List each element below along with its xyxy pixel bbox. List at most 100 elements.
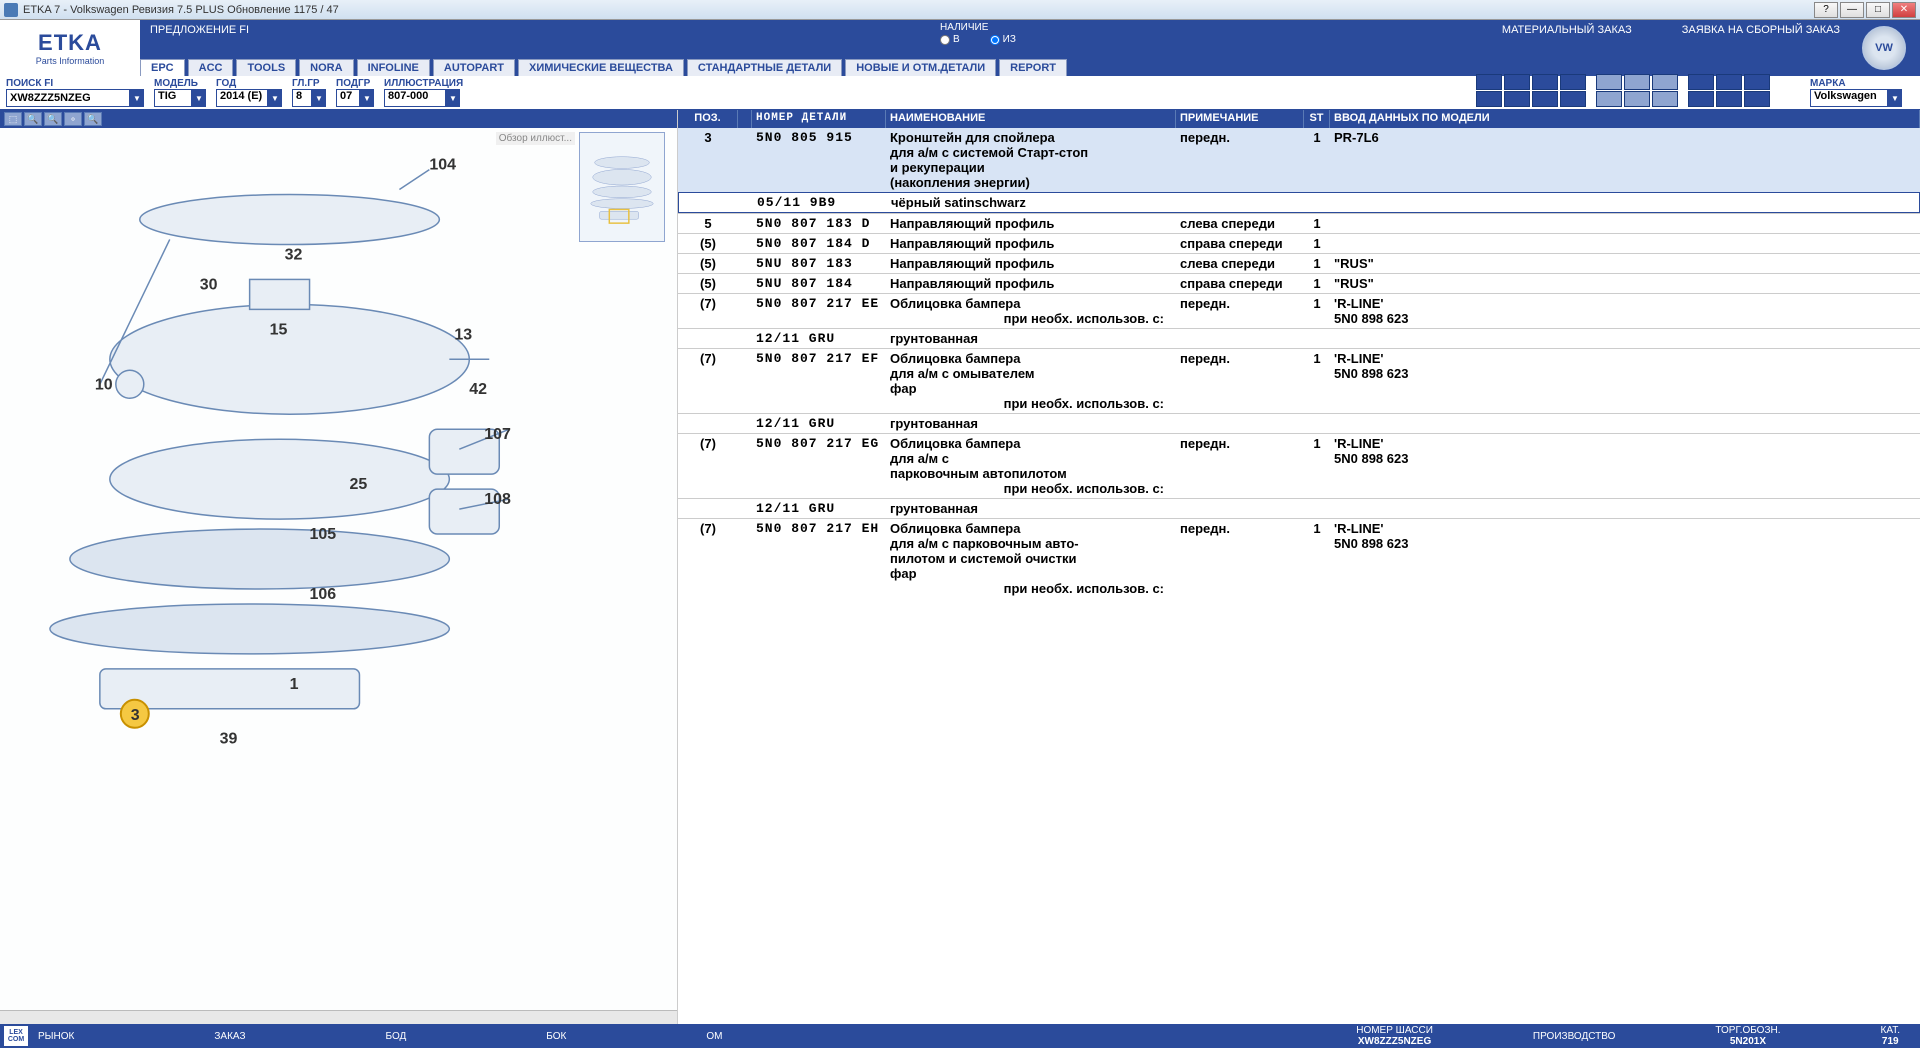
tool-icon[interactable] [1504, 91, 1530, 107]
table-row[interactable]: 05/11 9B9чёрный satinschwarz [678, 192, 1920, 213]
svg-text:108: 108 [484, 491, 511, 508]
table-body[interactable]: 35N0 805 915Кронштейн для спойлерадля а/… [678, 128, 1920, 1024]
depot-icon[interactable] [1624, 74, 1650, 90]
tab-tools[interactable]: TOOLS [236, 59, 296, 76]
tool-icon[interactable] [1688, 91, 1714, 107]
table-row[interactable]: (7)5N0 807 217 EGОблицовка бамперадля а/… [678, 433, 1920, 498]
svg-text:1: 1 [290, 676, 299, 693]
tool-icon[interactable] [1532, 91, 1558, 107]
help-button[interactable]: ? [1814, 2, 1838, 18]
tab-epc[interactable]: EPC [140, 59, 185, 76]
tab-report[interactable]: REPORT [999, 59, 1067, 76]
radio-v[interactable]: В [940, 34, 960, 45]
dropdown-icon[interactable]: ▼ [446, 89, 460, 107]
subgr-select[interactable]: 07 [336, 89, 360, 107]
assembly-order-link[interactable]: ЗАЯВКА НА СБОРНЫЙ ЗАКАЗ [1682, 24, 1840, 36]
tab-acc[interactable]: ACC [188, 59, 234, 76]
table-row[interactable]: (5)5NU 807 183Направляющий профильслева … [678, 253, 1920, 273]
status-bok[interactable]: БОК [546, 1031, 566, 1042]
tool-icon[interactable] [1652, 91, 1678, 107]
horizontal-scrollbar[interactable] [0, 1010, 677, 1024]
tab-химические вещества[interactable]: ХИМИЧЕСКИЕ ВЕЩЕСТВА [518, 59, 684, 76]
table-row[interactable]: 55N0 807 183 DНаправляющий профильслева … [678, 213, 1920, 233]
table-row[interactable]: (5)5N0 807 184 DНаправляющий профильспра… [678, 233, 1920, 253]
tab-новые и отм.детали[interactable]: НОВЫЕ И ОТМ.ДЕТАЛИ [845, 59, 996, 76]
status-om[interactable]: ОМ [706, 1031, 722, 1042]
minimize-button[interactable]: — [1840, 2, 1864, 18]
maximize-button[interactable]: □ [1866, 2, 1890, 18]
tab-autopart[interactable]: AUTOPART [433, 59, 515, 76]
table-row[interactable]: (7)5N0 807 217 EEОблицовка бамперапри не… [678, 293, 1920, 328]
tool-icon[interactable] [1560, 91, 1586, 107]
status-torg: ТОРГ.ОБОЗН.5N201X [1715, 1025, 1780, 1047]
search-dropdown-icon[interactable]: ▼ [130, 89, 144, 107]
header-links: МАТЕРИАЛЬНЫЙ ЗАКАЗ ЗАЯВКА НА СБОРНЫЙ ЗАК… [1502, 24, 1840, 36]
part-diagram[interactable]: 104 3230 1513 1042 10725 108105 1061 39 … [0, 128, 677, 1010]
svg-text:32: 32 [285, 246, 303, 263]
zoom-in-icon[interactable]: 🔍 [24, 112, 42, 126]
lexcom-icon: LEXCOM [4, 1026, 28, 1046]
tool-icon[interactable] [1560, 74, 1586, 90]
tool-icon[interactable] [1532, 74, 1558, 90]
tool-icon[interactable] [1716, 91, 1742, 107]
status-order[interactable]: ЗАКАЗ [214, 1031, 245, 1042]
tool-icon[interactable] [1744, 91, 1770, 107]
app-icon [4, 3, 18, 17]
glgr-select[interactable]: 8 [292, 89, 312, 107]
svg-text:25: 25 [349, 476, 367, 493]
svg-text:3: 3 [131, 707, 140, 724]
tool-icon[interactable] [1504, 74, 1530, 90]
table-row[interactable]: 12/11 GRUгрунтованная [678, 498, 1920, 518]
table-row[interactable]: 35N0 805 915Кронштейн для спойлерадля а/… [678, 128, 1920, 192]
tool-icon[interactable] [1476, 91, 1502, 107]
table-row[interactable]: 12/11 GRUгрунтованная [678, 413, 1920, 433]
dropdown-icon[interactable]: ▼ [268, 89, 282, 107]
status-market[interactable]: РЫНОК [38, 1031, 74, 1042]
svg-text:10: 10 [95, 376, 113, 393]
tab-infoline[interactable]: INFOLINE [357, 59, 430, 76]
prev-icon[interactable] [1716, 74, 1742, 90]
dropdown-icon[interactable]: ▼ [1888, 89, 1902, 107]
svg-text:13: 13 [454, 326, 472, 343]
filter-bar: ПОИСК FI ▼ МОДЕЛЬ TIG▼ ГОД 2014 (E)▼ ГЛ.… [0, 76, 1920, 110]
close-button[interactable]: ✕ [1892, 2, 1916, 18]
zoom-out-icon[interactable]: 🔍 [44, 112, 62, 126]
tool-icon[interactable] [1652, 74, 1678, 90]
zoom-toolbar: ⬚ 🔍 🔍 ⚬ 🔍 [0, 110, 677, 128]
tool-icon[interactable] [1596, 91, 1622, 107]
zoom-fit-icon[interactable]: 🔍 [84, 112, 102, 126]
year-select[interactable]: 2014 (E) [216, 89, 268, 107]
svg-text:42: 42 [469, 381, 487, 398]
status-cat: КАТ.719 [1881, 1025, 1901, 1047]
app-header: ETKA Parts Information ПРЕДЛОЖЕНИЕ FI НА… [0, 20, 1920, 76]
dropdown-icon[interactable]: ▼ [360, 89, 374, 107]
zoom-link-icon[interactable]: ⚬ [64, 112, 82, 126]
table-row[interactable]: (7)5N0 807 217 EFОблицовка бамперадля а/… [678, 348, 1920, 413]
brand-select[interactable]: Volkswagen [1810, 89, 1888, 107]
diagram-thumbnail[interactable] [579, 132, 665, 242]
pin-icon[interactable] [1688, 74, 1714, 90]
thumb-label: Обзор иллюст... [496, 132, 575, 145]
tab-стандартные детали[interactable]: СТАНДАРТНЫЕ ДЕТАЛИ [687, 59, 842, 76]
main-area: ⬚ 🔍 🔍 ⚬ 🔍 [0, 110, 1920, 1024]
table-row[interactable]: (5)5NU 807 184Направляющий профильсправа… [678, 273, 1920, 293]
dropdown-icon[interactable]: ▼ [192, 89, 206, 107]
model-select[interactable]: TIG [154, 89, 192, 107]
stock-radio-group: НАЛИЧИЕ В ИЗ [940, 22, 1016, 45]
tool-icon[interactable] [1624, 91, 1650, 107]
illustration-select[interactable]: 807-000 [384, 89, 446, 107]
elsa-icon[interactable] [1596, 74, 1622, 90]
dropdown-icon[interactable]: ▼ [312, 89, 326, 107]
tab-nora[interactable]: NORA [299, 59, 353, 76]
tool-icon[interactable] [1476, 74, 1502, 90]
offer-link[interactable]: ПРЕДЛОЖЕНИЕ FI [150, 24, 249, 36]
next-icon[interactable] [1744, 74, 1770, 90]
window-title: ETKA 7 - Volkswagen Ревизия 7.5 PLUS Обн… [23, 4, 1812, 16]
status-bod[interactable]: БОД [386, 1031, 407, 1042]
table-row[interactable]: 12/11 GRUгрунтованная [678, 328, 1920, 348]
material-order-link[interactable]: МАТЕРИАЛЬНЫЙ ЗАКАЗ [1502, 24, 1632, 36]
search-input[interactable] [6, 89, 130, 107]
radio-iz[interactable]: ИЗ [990, 34, 1016, 45]
zoom-tool-icon[interactable]: ⬚ [4, 112, 22, 126]
table-row[interactable]: (7)5N0 807 217 EHОблицовка бамперадля а/… [678, 518, 1920, 598]
